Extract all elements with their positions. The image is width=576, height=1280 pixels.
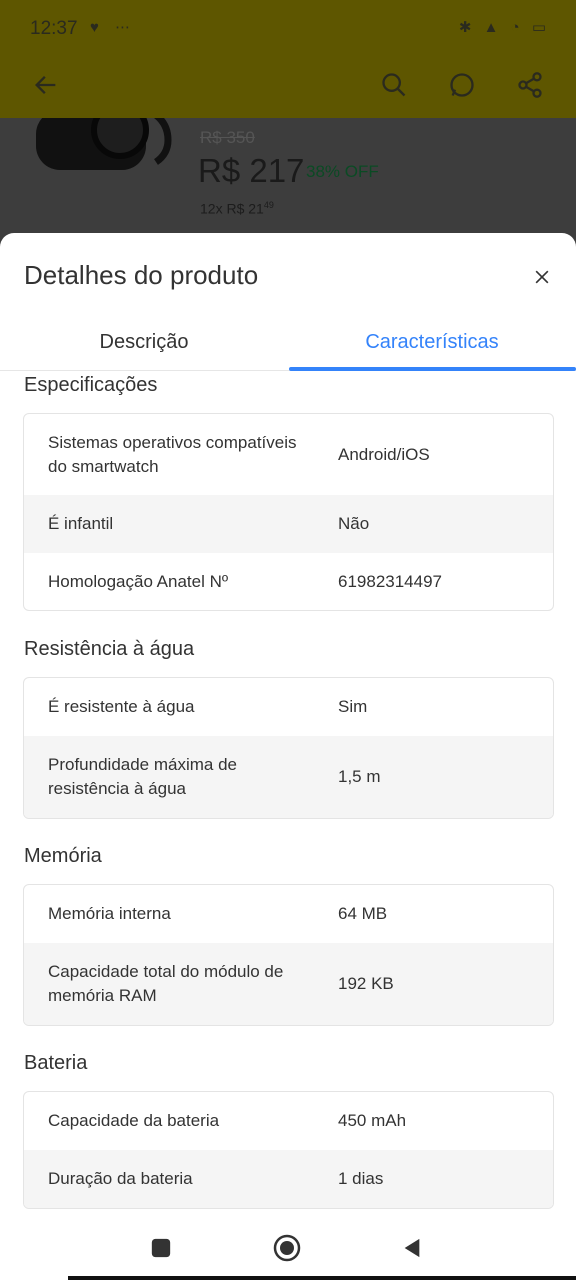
spec-table-resistencia: É resistente à água Sim Profundidade máx… bbox=[23, 677, 554, 819]
spec-value: Não bbox=[338, 514, 370, 533]
product-image bbox=[36, 118, 172, 170]
tab-caracteristicas[interactable]: Características bbox=[288, 313, 576, 371]
old-price: R$ 350 bbox=[200, 128, 255, 147]
tab-bar: Descrição Características bbox=[0, 313, 576, 371]
back-button[interactable] bbox=[394, 1230, 430, 1266]
table-row: Profundidade máxima de resistência à águ… bbox=[24, 736, 553, 818]
system-status-icons: ✱ ▲ ◔ ▭ bbox=[458, 19, 550, 36]
home-icon bbox=[273, 1234, 301, 1262]
price: R$ 217 bbox=[198, 152, 305, 189]
gesture-indicator bbox=[68, 1276, 576, 1280]
spec-label: Capacidade da bateria bbox=[48, 1111, 220, 1130]
spec-label: É resistente à água bbox=[48, 697, 195, 716]
product-details-sheet: Detalhes do produto Descrição Caracterís… bbox=[0, 233, 576, 1280]
spec-value: 1,5 m bbox=[338, 767, 381, 786]
whatsapp-icon[interactable] bbox=[446, 69, 478, 101]
status-bar: 12:37 ♥ ⋯ ✱ ▲ ◔ ▭ bbox=[0, 0, 576, 58]
spec-value: 450 mAh bbox=[338, 1111, 407, 1130]
table-row: Capacidade da bateria 450 mAh bbox=[24, 1092, 553, 1150]
section-title-especificacoes: Especificações bbox=[24, 374, 158, 396]
section-title-bateria: Bateria bbox=[24, 1052, 88, 1074]
spec-table-memoria: Memória interna 64 MB Capacidade total d… bbox=[23, 884, 554, 1026]
share-icon[interactable] bbox=[514, 69, 546, 101]
product-header: R$ 350 R$ 217 38% OFF 12x R$ 2149 bbox=[0, 118, 576, 248]
close-icon bbox=[535, 270, 549, 284]
back-triangle-icon bbox=[404, 1238, 420, 1258]
notification-icons: ♥ ⋯ bbox=[90, 19, 137, 36]
section-title-resistencia: Resistência à água bbox=[24, 638, 195, 660]
tab-descricao[interactable]: Descrição bbox=[0, 313, 288, 371]
spec-label: Memória interna bbox=[48, 904, 171, 923]
spec-label: Homologação Anatel Nº bbox=[48, 571, 229, 591]
table-row: Duração da bateria 1 dias bbox=[24, 1150, 553, 1208]
section-title-memoria: Memória bbox=[24, 845, 102, 867]
spec-label: Capacidade total do módulo de memória RA… bbox=[48, 962, 284, 1005]
spec-value: Android/iOS bbox=[338, 444, 430, 464]
spec-value: 1 dias bbox=[338, 1169, 384, 1188]
home-button[interactable] bbox=[269, 1230, 305, 1266]
spec-value: 192 KB bbox=[338, 974, 394, 993]
discount-badge: 38% OFF bbox=[306, 162, 379, 181]
system-nav-bar bbox=[0, 1210, 576, 1280]
installments: 12x R$ 2149 bbox=[200, 200, 274, 217]
spec-value: 64 MB bbox=[338, 904, 388, 923]
status-time: 12:37 bbox=[30, 18, 78, 39]
back-arrow-icon[interactable] bbox=[30, 69, 62, 101]
spec-label: Sistemas operativos compatíveis do smart… bbox=[48, 432, 297, 476]
table-row: Capacidade total do módulo de memória RA… bbox=[24, 943, 553, 1025]
recents-button[interactable] bbox=[143, 1230, 179, 1266]
table-row: É resistente à água Sim bbox=[24, 678, 553, 736]
table-row: Sistemas operativos compatíveis do smart… bbox=[24, 414, 553, 495]
close-button[interactable] bbox=[528, 263, 556, 291]
spec-label: Duração da bateria bbox=[48, 1169, 193, 1188]
active-tab-indicator bbox=[289, 367, 576, 371]
table-row: É infantil Não bbox=[24, 495, 553, 553]
table-row: Homologação Anatel Nº 61982314497 bbox=[24, 553, 553, 610]
spec-value: 61982314497 bbox=[338, 571, 443, 591]
app-bar bbox=[0, 58, 576, 118]
installments-cents: 49 bbox=[263, 200, 274, 210]
installments-amount: 12x R$ 21 bbox=[200, 200, 264, 217]
table-row: Memória interna 64 MB bbox=[24, 885, 553, 943]
spec-label: É infantil bbox=[48, 514, 114, 533]
spec-label: Profundidade máxima de resistência à águ… bbox=[48, 755, 238, 798]
search-icon[interactable] bbox=[378, 69, 410, 101]
spec-table-especificacoes: Sistemas operativos compatíveis do smart… bbox=[23, 413, 554, 611]
spec-value: Sim bbox=[338, 697, 368, 716]
sheet-title: Detalhes do produto bbox=[24, 260, 259, 290]
spec-table-bateria: Capacidade da bateria 450 mAh Duração da… bbox=[23, 1091, 554, 1209]
recents-icon bbox=[151, 1238, 171, 1258]
